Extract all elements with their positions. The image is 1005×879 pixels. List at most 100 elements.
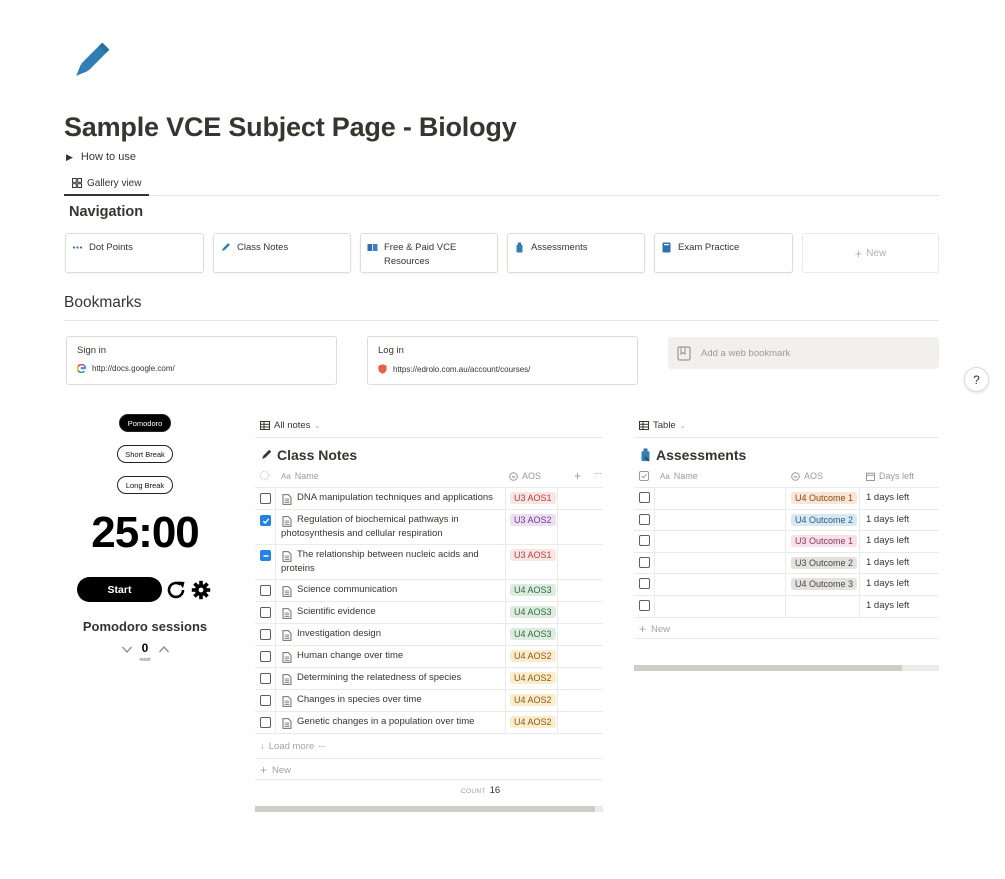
bookmark-edrolo[interactable]: Log in https://edrolo.com.au/account/cou…	[367, 336, 638, 385]
row-checkbox[interactable]	[260, 585, 271, 596]
assessments-title[interactable]: Assessments	[639, 447, 746, 463]
table-row[interactable]: U4 Outcome 2 1 days left	[634, 508, 939, 531]
assessments-new-button[interactable]: + New	[639, 622, 670, 636]
column-header-days-left[interactable]: Days left	[866, 471, 914, 481]
start-button[interactable]: Start	[77, 577, 162, 602]
text-property-icon: Aa	[660, 471, 670, 481]
table-row[interactable]: U4 Outcome 3 1 days left	[634, 573, 939, 595]
cell-divider	[505, 509, 506, 544]
tab-gallery-view[interactable]: Gallery view	[64, 172, 150, 196]
nav-card-dot-points[interactable]: Dot Points	[65, 233, 204, 273]
row-checkbox[interactable]	[260, 695, 271, 706]
view-label: All notes	[274, 420, 311, 431]
table-row[interactable]: 1 days left	[634, 595, 939, 617]
table-row[interactable]: Human change over time U4 AOS2	[255, 645, 603, 667]
refresh-icon[interactable]	[165, 579, 187, 601]
checkbox-column-header[interactable]	[639, 471, 649, 481]
aos-tag: U3 AOS1	[510, 549, 556, 561]
table-row[interactable]: Determining the relatedness of species U4…	[255, 667, 603, 689]
nav-card-exam-practice[interactable]: Exam Practice	[654, 233, 793, 273]
aos-tag: U4 AOS2	[510, 672, 556, 684]
table-row[interactable]: U3 Outcome 2 1 days left	[634, 551, 939, 574]
row-checkbox[interactable]	[260, 673, 271, 684]
row-checkbox[interactable]	[260, 607, 271, 618]
pomodoro-mode-button[interactable]: Pomodoro	[119, 414, 171, 432]
table-row[interactable]: Genetic changes in a population over tim…	[255, 711, 603, 733]
scrollbar-thumb[interactable]	[255, 806, 595, 812]
column-header-name[interactable]: Aa Name	[660, 471, 698, 481]
table-row[interactable]: Investigation design U4 AOS3	[255, 623, 603, 645]
count-value: 16	[489, 785, 501, 796]
row-checkbox[interactable]	[260, 651, 271, 662]
row-checkbox[interactable]	[260, 629, 271, 640]
assessments-scrollbar[interactable]	[634, 665, 939, 671]
table-row[interactable]: U3 Outcome 1 1 days left	[634, 530, 939, 552]
row-checkbox[interactable]	[260, 515, 271, 526]
scrollbar-thumb[interactable]	[634, 665, 902, 671]
nav-card-class-notes[interactable]: Class Notes	[213, 233, 351, 273]
assessments-table-view-tab[interactable]: Table ⌄	[639, 420, 686, 431]
class-notes-title[interactable]: Class Notes	[259, 447, 357, 463]
column-header-aos[interactable]: AOS	[791, 471, 823, 481]
aos-tag: U4 Outcome 2	[791, 513, 858, 526]
chevron-up-icon[interactable]	[158, 645, 170, 654]
cell-divider	[505, 544, 506, 579]
long-break-mode-button[interactable]: Long Break	[117, 476, 173, 494]
column-header-aos[interactable]: AOS	[509, 471, 541, 481]
how-to-use-toggle[interactable]: ▶ How to use	[66, 151, 136, 163]
divider	[255, 437, 603, 438]
cell-divider	[785, 595, 786, 617]
row-checkbox[interactable]	[639, 492, 650, 503]
short-break-mode-button[interactable]: Short Break	[117, 445, 173, 463]
cell-divider	[785, 508, 786, 531]
days-left-value: 1 days left	[866, 556, 910, 568]
row-checkbox[interactable]	[260, 493, 271, 504]
add-web-bookmark-button[interactable]: Add a web bookmark	[668, 337, 939, 369]
add-column-button[interactable]: +	[574, 469, 581, 483]
nav-card-assessments[interactable]: Assessments	[507, 233, 645, 273]
row-checkbox[interactable]	[260, 717, 271, 728]
cell-divider	[557, 509, 558, 544]
row-checkbox[interactable]	[639, 513, 650, 525]
all-notes-view-tab[interactable]: All notes ⌄	[260, 420, 320, 431]
table-row[interactable]: Scientific evidence U4 AOS3	[255, 601, 603, 623]
row-checkbox[interactable]	[639, 535, 650, 547]
column-header-name[interactable]: Aa Name	[281, 471, 319, 481]
bookmark-title: Sign in	[77, 345, 107, 356]
gear-icon[interactable]	[191, 580, 211, 600]
calendar-icon	[866, 472, 875, 481]
bookmark-google[interactable]: Sign in http://docs.google.com/	[66, 336, 337, 385]
table-row[interactable]: Changes in species over time U4 AOS2	[255, 689, 603, 711]
pencil-icon	[262, 449, 272, 459]
row-checkbox[interactable]	[639, 600, 650, 611]
more-options-button[interactable]: ···	[594, 468, 602, 479]
plus-icon: +	[639, 622, 647, 636]
help-button[interactable]: ?	[964, 367, 989, 392]
chevron-down-icon: ⌄	[314, 422, 321, 430]
class-notes-new-button[interactable]: + New	[260, 763, 291, 777]
table-row[interactable]: Regulation of biochemical pathways in ph…	[255, 509, 603, 544]
note-name: Genetic changes in a population over tim…	[297, 716, 475, 727]
reset-link[interactable]: reset	[136, 657, 154, 663]
row-checkbox[interactable]	[639, 578, 650, 590]
cell-divider	[275, 601, 276, 623]
aos-tag: U3 AOS2	[510, 514, 556, 526]
cell-divider	[505, 623, 506, 645]
nav-new-button[interactable]: + New	[802, 233, 939, 273]
nav-card-resources[interactable]: Free & Paid VCE Resources	[360, 233, 498, 273]
view-label: Table	[653, 420, 676, 431]
select-all-checkbox[interactable]	[259, 470, 270, 481]
row-checkbox[interactable]	[260, 550, 271, 561]
table-row[interactable]: Science communication U4 AOS3	[255, 579, 603, 601]
cell-divider	[275, 667, 276, 689]
bookmark-icon	[677, 345, 691, 361]
cell-divider	[785, 487, 786, 509]
table-row[interactable]: The relationship between nucleic acids a…	[255, 544, 603, 579]
book-icon	[662, 242, 671, 253]
chevron-down-icon[interactable]	[121, 645, 133, 654]
class-notes-scrollbar[interactable]	[255, 806, 603, 812]
table-row[interactable]: U4 Outcome 1 1 days left	[634, 487, 939, 509]
row-checkbox[interactable]	[639, 556, 650, 568]
load-more-button[interactable]: ↓ Load more ···	[260, 741, 326, 752]
table-row[interactable]: DNA manipulation techniques and applicat…	[255, 487, 603, 509]
